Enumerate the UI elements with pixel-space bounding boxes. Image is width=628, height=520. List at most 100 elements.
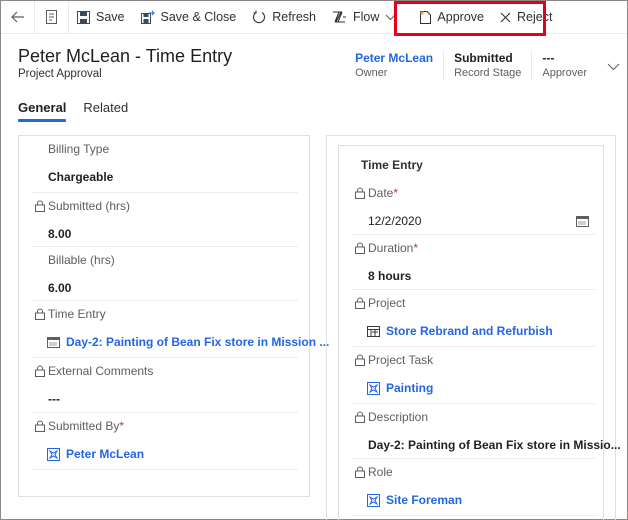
lock-icon [35,200,45,212]
header-expand-button[interactable] [597,50,628,76]
field-time-entry[interactable]: Time Entry Day-2: Painting of Bean Fix s… [31,301,329,358]
submitted-by-value: Peter McLean [66,447,145,461]
project-link[interactable]: Store Rebrand and Refurbish [367,324,553,338]
project-label: Project [368,296,406,310]
project-task-value: Painting [386,381,434,395]
field-submitted-hrs[interactable]: Submitted (hrs) 8.00 [31,193,298,247]
entity-icon [367,493,380,507]
owner-label: Owner [355,67,388,79]
save-label: Save [96,10,125,24]
refresh-button[interactable]: Refresh [244,1,324,34]
lock-icon [35,308,45,320]
field-label: Submitted (hrs) [35,199,130,213]
field-label: Duration * [355,241,418,255]
time-entry-section: Time Entry Date * 12/2/2020 Duration * 8 h… [338,145,621,520]
billable-hrs-value: 6.00 [48,281,72,295]
tab-general[interactable]: General [18,100,67,122]
lock-icon [355,242,365,254]
field-submitted-by[interactable]: Submitted By * Peter McLean [31,413,298,470]
record-stage-value: Submitted [454,51,513,65]
field-label: Submitted By * [35,419,124,433]
flow-label: Flow [353,10,380,24]
field-role[interactable]: Role Site Foreman [351,459,595,516]
reject-button[interactable]: Reject [492,1,560,34]
flow-button[interactable]: Flow [324,1,381,34]
form-view-button[interactable] [35,0,69,34]
save-close-icon [140,10,155,24]
required-marker: * [119,419,125,433]
approve-button[interactable]: Approve [412,1,492,34]
header-field-record-stage: Submitted Record Stage [443,50,531,80]
record-stage-label: Record Stage [454,67,522,79]
billing-type-value: Chargeable [48,170,114,184]
submitted-by-link[interactable]: Peter McLean [47,447,144,461]
field-billable-hrs[interactable]: Billable (hrs) 6.00 [31,247,298,301]
date-label: Date [368,186,394,200]
header-field-owner: Peter McLean Owner [345,50,443,80]
lock-icon [355,297,365,309]
refresh-icon [253,10,266,24]
duration-label: Duration [368,241,414,255]
command-bar: Save Save & Close Refresh Flow Approve R… [1,0,627,34]
required-marker: * [413,241,419,255]
field-label: Billing Type [35,142,109,156]
field-label: Project [355,296,405,310]
chevron-down-icon [386,14,396,20]
section-title: Time Entry [361,158,423,172]
save-close-label: Save & Close [160,10,237,24]
time-entry-link[interactable]: Day-2: Painting of Bean Fix store in Mis… [47,335,329,349]
entity-icon [47,447,60,461]
submitted-hrs-value: 8.00 [48,227,72,241]
lock-icon [35,365,45,377]
lock-icon [355,354,365,366]
approve-icon [420,10,432,24]
submitted-hrs-label: Submitted (hrs) [48,199,131,213]
field-external-comments[interactable]: External Comments --- [31,358,298,413]
role-label: Role [368,465,393,479]
project-value: Store Rebrand and Refurbish [386,324,553,338]
role-value: Site Foreman [386,493,463,507]
role-link[interactable]: Site Foreman [367,493,462,507]
chevron-down-icon [607,63,620,71]
field-label: Billable (hrs) [35,253,115,267]
field-description[interactable]: Description Day-2: Painting of Bean Fix … [351,404,621,459]
field-date[interactable]: Date * 12/2/2020 [351,180,595,235]
close-icon [500,12,511,22]
tab-list: General Related [18,100,145,122]
owner-link[interactable]: Peter McLean [355,50,433,66]
duration-value: 8 hours [368,269,412,283]
project-icon [367,325,380,337]
tab-related[interactable]: Related [83,100,128,120]
field-label: Role [355,465,393,479]
submitted-by-label: Submitted By [48,419,120,433]
field-billing-type[interactable]: Billing Type Chargeable [31,136,298,193]
lock-icon [355,187,365,199]
save-close-button[interactable]: Save & Close [133,1,245,34]
header-fields: Peter McLean Owner Submitted Record Stag… [345,50,628,80]
back-button[interactable] [1,0,35,34]
lock-icon [355,411,365,423]
field-label: Time Entry [35,307,106,321]
calendar-icon [576,216,589,227]
field-duration[interactable]: Duration * 8 hours [351,235,595,290]
field-label: Date * [355,186,398,200]
flow-dropdown-button[interactable] [381,1,404,34]
project-task-label: Project Task [368,353,434,367]
project-task-link[interactable]: Painting [367,381,433,395]
general-section: Billing Type Chargeable Submitted (hrs) … [18,135,329,497]
back-arrow-icon [10,11,24,23]
field-project[interactable]: Project Store Rebrand and Refurbish [351,290,595,347]
field-project-task[interactable]: Project Task Painting [351,347,595,404]
page-subtitle: Project Approval [18,68,102,80]
lock-icon [355,466,365,478]
date-picker-button[interactable] [576,214,589,232]
flow-icon [333,11,347,23]
entity-icon [367,381,380,395]
header-field-approver: --- Approver [531,50,597,80]
refresh-label: Refresh [272,10,317,24]
billing-type-label: Billing Type [48,142,110,156]
approver-label: Approver [542,67,587,79]
field-label: Description [355,410,428,424]
external-comments-label: External Comments [48,364,154,378]
save-button[interactable]: Save [69,1,133,34]
